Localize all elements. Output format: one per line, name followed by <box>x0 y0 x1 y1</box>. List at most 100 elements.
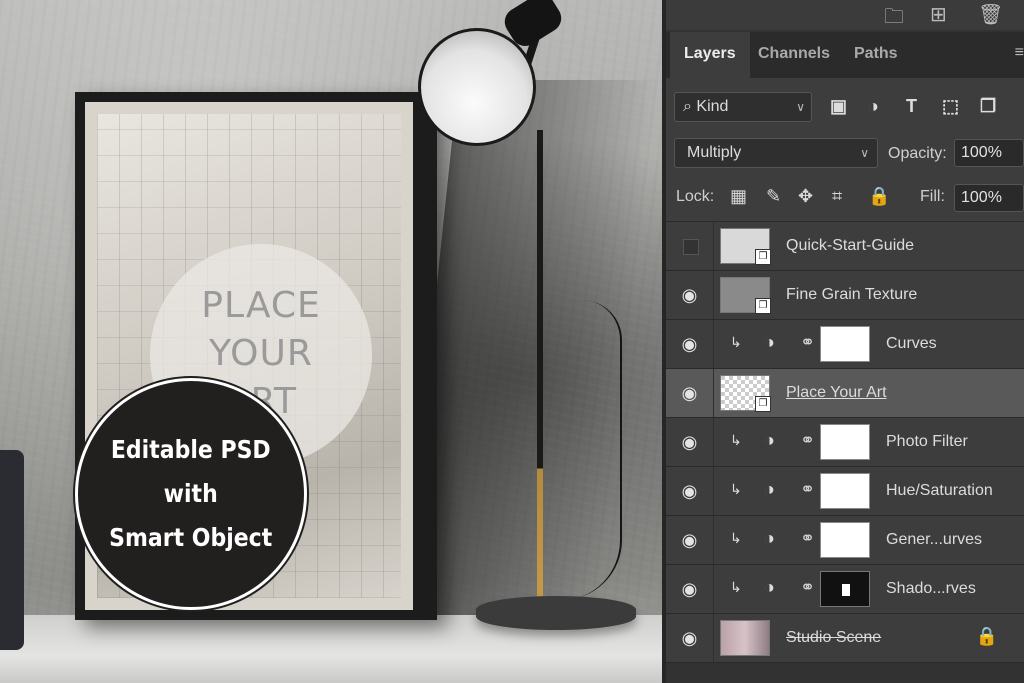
link-chain-icon[interactable]: ⚭ <box>800 577 815 598</box>
layer-name[interactable]: Fine Grain Texture <box>786 271 917 319</box>
eye-icon[interactable]: ◉ <box>666 614 714 662</box>
eye-icon[interactable]: ◉ <box>666 418 714 466</box>
tab-layers[interactable]: Layers <box>670 32 750 78</box>
layers-panel: 🗀 ⊞ 🗑 Layers Channels Paths ≡ ⌕ Kind ∨ ▣… <box>662 0 1024 683</box>
opacity-field[interactable]: 100% <box>954 139 1024 167</box>
layer-row[interactable]: ◉ Studio Scene 🔒 <box>666 614 1024 663</box>
layer-name[interactable]: Place Your Art <box>786 369 887 417</box>
layer-row[interactable]: ◉ ❐ Fine Grain Texture <box>666 271 1024 320</box>
lamp-pole <box>537 130 543 600</box>
type-filter-icon[interactable]: T <box>906 96 917 117</box>
clipping-mask-icon: ↳ <box>730 334 742 350</box>
layer-mask-thumbnail[interactable] <box>820 522 870 558</box>
layer-name[interactable]: Gener...urves <box>886 516 982 564</box>
lamp-cord <box>542 300 622 600</box>
adjustment-layer-icon: ◑ <box>764 577 775 597</box>
layer-name[interactable]: Hue/Saturation <box>886 467 993 515</box>
adjustment-filter-icon[interactable]: ◑ <box>868 96 879 117</box>
eye-icon[interactable]: ◉ <box>666 565 714 613</box>
chevron-down-icon: ∨ <box>860 146 869 160</box>
pixel-filter-icon[interactable]: ▣ <box>830 96 847 117</box>
link-chain-icon[interactable]: ⚭ <box>800 430 815 451</box>
badge-line-2: with <box>163 479 219 508</box>
adjustment-layer-icon: ◑ <box>764 479 775 499</box>
layer-row[interactable]: ◉ ↳ ◑ ⚭ Gener...urves <box>666 516 1024 565</box>
mask-highlight <box>842 584 850 596</box>
layer-mask-thumbnail[interactable] <box>820 473 870 509</box>
fill-field[interactable]: 100% <box>954 184 1024 212</box>
layer-name[interactable]: Studio Scene <box>786 614 881 662</box>
lock-artboard-icon[interactable]: ⌗ <box>832 186 842 207</box>
layer-row[interactable]: ◉ ↳ ◑ ⚭ Shado...rves <box>666 565 1024 614</box>
kind-filter-select[interactable]: ⌕ Kind ∨ <box>674 92 812 122</box>
mockup-scene: PLACE YOUR ART Editable PSD with Smart O… <box>0 0 662 683</box>
blend-mode-value: Multiply <box>687 144 742 161</box>
smart-object-badge-icon: ❐ <box>755 396 771 412</box>
clipping-mask-icon: ↳ <box>730 530 742 546</box>
feature-badge: Editable PSD with Smart Object <box>75 378 307 610</box>
clipping-mask-icon: ↳ <box>730 432 742 448</box>
clipping-mask-icon: ↳ <box>730 579 742 595</box>
layer-name[interactable]: Shado...rves <box>886 565 976 613</box>
chevron-down-icon: ∨ <box>796 100 805 114</box>
layer-mask-thumbnail[interactable] <box>820 424 870 460</box>
link-chain-icon[interactable]: ⚭ <box>800 479 815 500</box>
layer-row[interactable]: ◉ ↳ ◑ ⚭ Photo Filter <box>666 418 1024 467</box>
eye-icon[interactable]: ◉ <box>666 467 714 515</box>
layer-name[interactable]: Quick-Start-Guide <box>786 222 914 270</box>
place-line-1: PLACE <box>201 285 321 326</box>
layer-thumbnail <box>720 620 770 656</box>
armchair-edge <box>0 450 24 650</box>
lamp-base <box>476 596 636 630</box>
layer-row[interactable]: ◉ ↳ ◑ ⚭ Hue/Saturation <box>666 467 1024 516</box>
layer-name[interactable]: Curves <box>886 320 937 368</box>
lock-label: Lock: <box>676 188 715 205</box>
trash-icon[interactable]: 🗑 <box>978 2 1003 27</box>
folder-icon[interactable]: 🗀 <box>884 2 904 36</box>
layer-row[interactable]: ◉ ❐ Place Your Art <box>666 369 1024 418</box>
tab-paths[interactable]: Paths <box>840 32 912 78</box>
lock-transparent-pixels-icon[interactable]: ▦ <box>730 186 747 207</box>
fill-label: Fill: <box>920 188 945 205</box>
tab-channels[interactable]: Channels <box>744 32 844 78</box>
link-chain-icon[interactable]: ⚭ <box>800 528 815 549</box>
layer-mask-thumbnail[interactable] <box>820 326 870 362</box>
search-icon: ⌕ <box>683 98 692 115</box>
layer-name[interactable]: Photo Filter <box>886 418 968 466</box>
eye-icon[interactable]: ◉ <box>666 271 714 319</box>
layer-mask-thumbnail[interactable] <box>820 571 870 607</box>
layer-row[interactable]: ❐ Quick-Start-Guide <box>666 222 1024 271</box>
adjustment-layer-icon: ◑ <box>764 332 775 352</box>
clipping-mask-icon: ↳ <box>730 481 742 497</box>
eye-icon[interactable]: ◉ <box>666 516 714 564</box>
blend-row: Multiply ∨ Opacity: 100% <box>666 134 1024 174</box>
layer-thumbnail: ❐ <box>720 228 771 265</box>
lock-image-pixels-icon[interactable]: ✎ <box>766 186 781 207</box>
smart-object-badge-icon: ❐ <box>755 249 771 265</box>
eye-icon[interactable]: ◉ <box>666 320 714 368</box>
adjustment-layer-icon: ◑ <box>764 528 775 548</box>
shape-filter-icon[interactable]: ⬚ <box>942 96 959 117</box>
link-chain-icon[interactable]: ⚭ <box>800 332 815 353</box>
layer-row[interactable]: ◉ ↳ ◑ ⚭ Curves <box>666 320 1024 369</box>
smart-object-filter-icon[interactable]: ❐ <box>980 96 996 117</box>
adjustment-layer-icon: ◑ <box>764 430 775 450</box>
visibility-off-box <box>683 239 699 255</box>
eye-icon[interactable]: ◉ <box>666 369 714 417</box>
lock-icon: 🔒 <box>975 626 998 646</box>
badge-line-1: Editable PSD <box>111 435 271 464</box>
visibility-toggle[interactable] <box>666 222 714 270</box>
kind-label: Kind <box>696 98 729 115</box>
lock-position-icon[interactable]: ✥ <box>798 186 813 207</box>
opacity-label: Opacity: <box>888 145 947 162</box>
lock-row: Lock: ▦ ✎ ✥ ⌗ 🔒 Fill: 100% <box>666 174 1024 222</box>
place-line-2: YOUR <box>209 333 313 374</box>
blend-mode-select[interactable]: Multiply ∨ <box>674 138 878 168</box>
new-layer-icon[interactable]: ⊞ <box>930 2 947 27</box>
lock-all-icon[interactable]: 🔒 <box>868 186 890 207</box>
panel-top-toolbar: 🗀 ⊞ 🗑 <box>666 0 1024 30</box>
layer-thumbnail: ❐ <box>720 277 771 314</box>
layer-filter-row: ⌕ Kind ∨ ▣ ◑ T ⬚ ❐ <box>666 78 1024 134</box>
panel-menu-icon[interactable]: ≡ <box>1015 44 1024 62</box>
smart-object-badge-icon: ❐ <box>755 298 771 314</box>
